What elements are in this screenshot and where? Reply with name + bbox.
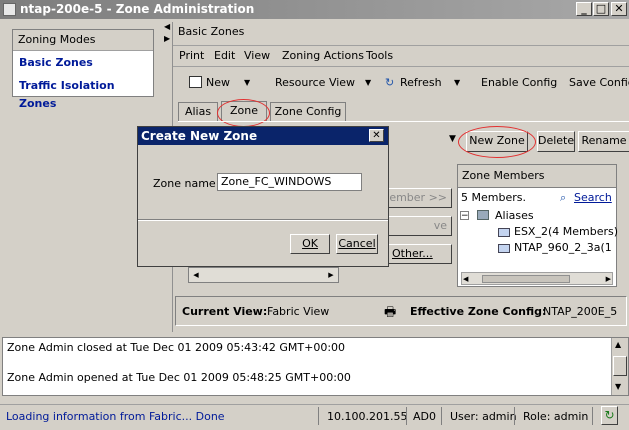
refresh-dropdown-icon[interactable]: ▼ xyxy=(454,73,460,93)
zoning-mode-traffic-isolation[interactable]: Traffic Isolation Zones xyxy=(19,77,153,110)
log-scroll-down-arrow[interactable]: ▼ xyxy=(615,382,621,391)
rename-button[interactable]: Rename xyxy=(578,131,629,152)
other-button[interactable]: Other... xyxy=(386,244,452,264)
status-separator xyxy=(318,407,319,425)
members-horizontal-scrollbar[interactable]: ◀ ▶ xyxy=(461,272,613,285)
toolbar: New ▼ Resource View ▼ ↻ Refresh ▼ Enable… xyxy=(178,73,629,95)
resource-view-dropdown-icon[interactable]: ▼ xyxy=(365,73,371,93)
zone-name-input[interactable]: Zone_FC_WINDOWS xyxy=(217,173,362,191)
status-role: Role: admin xyxy=(523,410,589,423)
members-scroll-right-arrow[interactable]: ▶ xyxy=(606,273,611,285)
dialog-titlebar: Create New Zone xyxy=(138,127,388,145)
zoning-mode-basic-zones[interactable]: Basic Zones xyxy=(19,54,93,72)
menu-view[interactable]: View xyxy=(244,46,270,66)
tab-zone-config[interactable]: Zone Config xyxy=(270,102,346,122)
search-link[interactable]: Search xyxy=(574,191,612,204)
alias-icon xyxy=(498,228,510,237)
window-titlebar: ntap-200e-5 - Zone Administration xyxy=(0,0,629,19)
app-icon xyxy=(3,3,16,16)
members-scroll-left-arrow[interactable]: ◀ xyxy=(463,273,468,285)
log-vertical-scrollbar[interactable]: ▲ ▼ xyxy=(611,338,628,395)
printer-icon[interactable]: 🖶 xyxy=(384,303,396,325)
tree-item-esx[interactable]: ESX_2(4 Members) xyxy=(514,225,618,238)
refresh-icon: ↻ xyxy=(385,76,395,89)
new-button[interactable]: New xyxy=(206,73,230,93)
zone-members-list: 5 Members. ⌕ Search − Aliases ESX_2(4 Me… xyxy=(458,187,618,286)
log-scroll-up-arrow[interactable]: ▲ xyxy=(615,340,621,349)
save-config-button[interactable]: Save Config xyxy=(569,73,629,93)
effective-config-value: NTAP_200E_5 xyxy=(543,305,618,318)
zone-members-header: Zone Members xyxy=(462,169,545,182)
status-separator xyxy=(514,407,515,425)
list-horizontal-scrollbar[interactable]: ◀ ▶ xyxy=(188,267,339,283)
splitter-left-arrow[interactable]: ◀ xyxy=(164,22,170,31)
status-separator xyxy=(441,407,442,425)
alias-icon xyxy=(498,244,510,253)
add-member-button[interactable]: ember >> xyxy=(386,188,452,208)
ok-button[interactable]: OK xyxy=(290,234,330,254)
refresh-status-icon[interactable]: ↻ xyxy=(601,406,618,425)
log-line: Zone Admin opened at Tue Dec 01 2009 05:… xyxy=(7,371,351,384)
status-ip: 10.100.201.55 xyxy=(327,410,408,423)
zone-name-label: Zone name xyxy=(153,177,216,190)
menu-edit[interactable]: Edit xyxy=(214,46,235,66)
collapse-icon[interactable]: − xyxy=(460,211,469,221)
minimize-button[interactable]: _ xyxy=(576,2,592,16)
new-icon xyxy=(189,76,202,88)
delete-button[interactable]: Delete xyxy=(537,131,575,152)
tree-item-ntap[interactable]: NTAP_960_2_3a(1 M xyxy=(514,241,614,254)
dialog-divider xyxy=(138,219,388,221)
remove-member-button[interactable]: ve Member xyxy=(386,216,452,236)
splitter-right-arrow[interactable]: ▶ xyxy=(164,34,170,43)
refresh-button[interactable]: Refresh xyxy=(400,73,442,93)
close-window-button[interactable]: ✕ xyxy=(611,2,627,16)
status-user: User: admin xyxy=(450,410,517,423)
current-view-label: Current View: xyxy=(182,305,268,318)
view-info-bar: Current View: Fabric View 🖶 Effective Zo… xyxy=(175,296,627,326)
log-line: Zone Admin closed at Tue Dec 01 2009 05:… xyxy=(7,341,346,354)
scroll-left-arrow[interactable]: ◀ xyxy=(190,269,202,281)
status-ad: AD0 xyxy=(413,410,436,423)
menu-tools[interactable]: Tools xyxy=(366,46,393,66)
window-title: ntap-200e-5 - Zone Administration xyxy=(20,2,255,16)
scroll-right-arrow[interactable]: ▶ xyxy=(325,269,337,281)
members-count: 5 Members. xyxy=(461,191,526,204)
new-zone-highlight xyxy=(458,126,536,158)
tab-alias[interactable]: Alias xyxy=(178,102,218,122)
resource-view-button[interactable]: Resource View xyxy=(275,73,355,93)
current-view-value: Fabric View xyxy=(267,305,330,318)
zoning-modes-header: Zoning Modes xyxy=(13,30,153,51)
tree-root-aliases[interactable]: Aliases xyxy=(495,209,534,222)
dialog-title: Create New Zone xyxy=(141,129,258,143)
binoculars-icon: ⌕ xyxy=(560,191,567,204)
enable-config-button[interactable]: Enable Config xyxy=(481,73,557,93)
menu-zoning-actions[interactable]: Zoning Actions xyxy=(282,46,364,66)
folder-icon xyxy=(477,210,489,220)
members-scroll-thumb[interactable] xyxy=(482,275,570,283)
status-separator xyxy=(592,407,593,425)
menu-print[interactable]: Print xyxy=(179,46,204,66)
new-dropdown-icon[interactable]: ▼ xyxy=(244,73,250,93)
zone-select-dropdown-icon[interactable]: ▼ xyxy=(449,134,456,144)
log-scroll-thumb[interactable] xyxy=(613,356,627,376)
status-message: Loading information from Fabric... Done xyxy=(6,410,225,423)
zoning-modes-panel: Zoning Modes Basic Zones Traffic Isolati… xyxy=(12,29,154,110)
effective-config-label: Effective Zone Config: xyxy=(410,305,547,318)
basic-zones-header: Basic Zones xyxy=(178,25,245,38)
cancel-button[interactable]: Cancel xyxy=(336,234,378,254)
status-bar: Loading information from Fabric... Done … xyxy=(0,404,629,428)
create-zone-dialog: Create New Zone ✕ Zone name Zone_FC_WIND… xyxy=(137,126,389,267)
log-panel: Zone Admin closed at Tue Dec 01 2009 05:… xyxy=(2,337,629,396)
maximize-button[interactable]: □ xyxy=(593,2,609,16)
dialog-close-icon[interactable]: ✕ xyxy=(369,129,384,142)
menu-bar: Print Edit View Zoning Actions Tools xyxy=(173,45,629,67)
status-separator xyxy=(406,407,407,425)
zone-members-panel: Zone Members 5 Members. ⌕ Search − Alias… xyxy=(457,164,618,287)
